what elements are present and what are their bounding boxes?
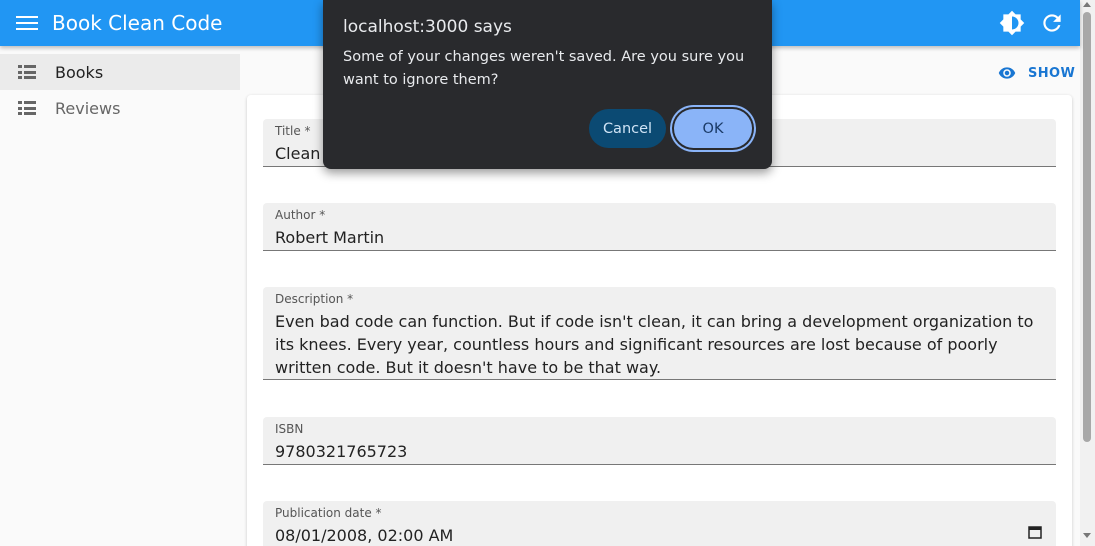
isbn-value: 9780321765723 (275, 442, 408, 461)
sidebar: Books Reviews (0, 54, 240, 126)
show-button[interactable]: SHOW (998, 64, 1075, 82)
sidebar-item-label: Books (55, 62, 104, 82)
description-label: Description * (275, 292, 354, 306)
ok-button[interactable]: OK (674, 109, 752, 148)
eye-icon (998, 67, 1016, 79)
cancel-button[interactable]: Cancel (589, 109, 666, 148)
confirm-dialog: localhost:3000 says Some of your changes… (323, 0, 772, 169)
sidebar-item-reviews[interactable]: Reviews (0, 90, 240, 126)
scroll-up-arrow[interactable] (1083, 2, 1091, 7)
menu-icon[interactable] (16, 13, 38, 33)
author-field[interactable]: Author * Robert Martin (263, 203, 1056, 251)
list-icon (18, 65, 36, 79)
title-label: Title * (275, 124, 311, 138)
scrollbar[interactable] (1080, 0, 1095, 546)
calendar-icon[interactable] (1028, 525, 1042, 539)
app-title: Book Clean Code (52, 11, 223, 35)
description-value: Even bad code can function. But if code … (275, 312, 1034, 377)
publication-date-field[interactable]: Publication date * 08/01/2008, 02:00 AM (263, 501, 1056, 546)
list-icon (18, 101, 36, 115)
author-value: Robert Martin (275, 228, 385, 247)
isbn-label: ISBN (275, 422, 304, 436)
brightness-icon[interactable] (999, 10, 1025, 36)
sidebar-item-label: Reviews (55, 98, 121, 118)
sidebar-item-books[interactable]: Books (0, 54, 240, 90)
publication-date-value: 08/01/2008, 02:00 AM (275, 526, 454, 545)
scrollbar-thumb[interactable] (1083, 12, 1091, 442)
description-field[interactable]: Description * Even bad code can function… (263, 287, 1056, 380)
show-label: SHOW (1028, 65, 1076, 81)
scroll-down-arrow[interactable] (1083, 533, 1091, 538)
author-label: Author * (275, 208, 326, 222)
publication-date-label: Publication date * (275, 506, 382, 520)
dialog-title: localhost:3000 says (343, 17, 512, 37)
refresh-icon[interactable] (1039, 10, 1065, 36)
isbn-field[interactable]: ISBN 9780321765723 (263, 417, 1056, 465)
dialog-message: Some of your changes weren't saved. Are … (343, 49, 745, 88)
